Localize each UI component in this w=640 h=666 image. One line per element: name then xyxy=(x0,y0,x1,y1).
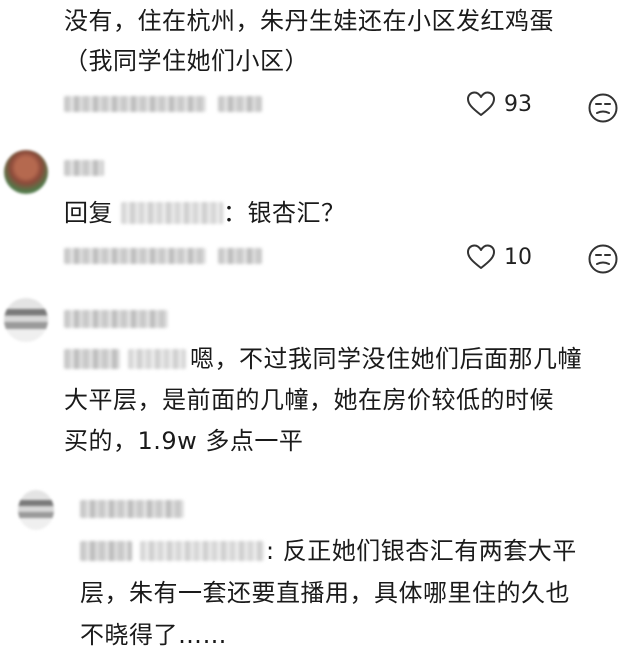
quoted-user-redacted[interactable] xyxy=(140,541,264,561)
timestamp-redacted xyxy=(64,248,206,264)
comment-1-text-line2: （我同学住她们小区） xyxy=(64,47,309,75)
heart-outline-icon xyxy=(467,244,495,269)
comment-1-text-line1: 没有，住在杭州，朱丹生娃还在小区发红鸡蛋 xyxy=(64,7,554,35)
neutral-face-icon[interactable] xyxy=(587,92,619,124)
comment-4-text-line1: : 反正她们银杏汇有两套大平 xyxy=(266,537,577,565)
comment-3-text-line3: 买的，1.9w 多点一平 xyxy=(64,427,304,455)
avatar[interactable] xyxy=(4,298,48,342)
timestamp-redacted xyxy=(64,96,206,112)
comment-1-like-count: 93 xyxy=(504,91,532,117)
heart-outline-icon xyxy=(467,91,495,116)
comment-4-text-line3: 不晓得了…… xyxy=(80,621,227,649)
quoted-user-redacted[interactable] xyxy=(128,349,186,369)
username-redacted[interactable] xyxy=(64,310,168,328)
quoted-user-redacted[interactable] xyxy=(64,349,120,369)
neutral-face-icon[interactable] xyxy=(587,243,619,275)
reply-suffix: ：银杏汇？ xyxy=(223,199,346,227)
quoted-user-redacted[interactable] xyxy=(80,541,132,561)
comment-2-text: 回复 ：银杏汇？ xyxy=(64,194,346,232)
comment-2-meta xyxy=(64,248,262,264)
comment-2-like-count: 10 xyxy=(504,244,532,270)
reply-target-redacted[interactable] xyxy=(121,202,223,224)
comment-1-meta xyxy=(64,96,262,112)
reply-prefix: 回复 xyxy=(64,199,113,227)
location-redacted xyxy=(218,96,262,112)
comment-3-text-line1: 嗯，不过我同学没住她们后面那几幢 xyxy=(190,345,582,373)
avatar[interactable] xyxy=(18,490,54,530)
username-redacted[interactable] xyxy=(80,500,184,518)
comment-3-line1: 嗯，不过我同学没住她们后面那几幢 xyxy=(64,340,582,378)
comment-4-text-line2: 层，朱有一套还要直播用，具体哪里住的久也 xyxy=(80,579,570,607)
location-redacted xyxy=(218,248,262,264)
comment-3-text-line2: 大平层，是前面的几幢，她在房价较低的时候 xyxy=(64,386,554,414)
comment-4-line1: : 反正她们银杏汇有两套大平 xyxy=(80,532,577,570)
username-redacted[interactable] xyxy=(64,160,104,176)
comment-1-like-button[interactable]: 93 xyxy=(466,90,532,118)
avatar[interactable] xyxy=(4,150,48,194)
comment-2-like-button[interactable]: 10 xyxy=(466,243,532,271)
